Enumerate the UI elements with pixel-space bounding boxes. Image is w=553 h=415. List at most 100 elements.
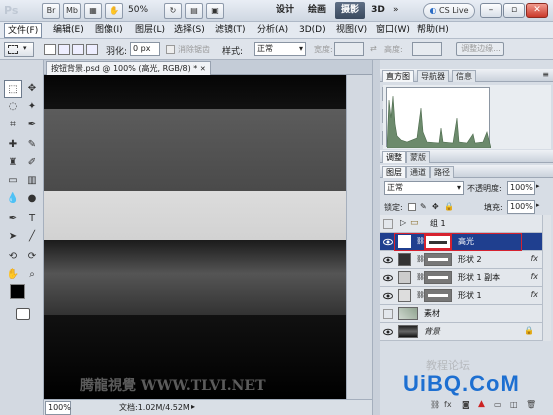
subtract-selection-icon[interactable] — [72, 44, 84, 55]
history-brush-icon[interactable]: ✐ — [23, 154, 41, 172]
more-workspaces-icon[interactable]: » — [393, 5, 399, 15]
eyedropper-icon[interactable]: ✒ — [23, 116, 41, 134]
chevron-right-icon[interactable]: ▸ — [536, 201, 540, 209]
expand-triangle-icon[interactable]: ▷ — [400, 218, 406, 227]
tool-preset-picker[interactable]: ▾ — [4, 42, 34, 57]
swap-icon[interactable]: ⇄ — [370, 44, 377, 53]
menu-window[interactable]: 窗口(W) — [373, 23, 413, 38]
close-button[interactable]: ✕ — [526, 3, 548, 18]
lock-transparency-icon[interactable] — [408, 203, 416, 211]
bridge-button[interactable]: Br — [42, 3, 60, 19]
document-tab[interactable]: 按钮背景.psd @ 100% (高光, RGB/8) * ✕ — [46, 61, 211, 75]
add-mask-icon[interactable]: ◙ — [462, 400, 470, 409]
visibility-empty-icon[interactable] — [383, 219, 393, 229]
workspace-design[interactable]: 设计 — [270, 2, 300, 19]
foreground-color-swatch[interactable] — [10, 284, 25, 299]
hand-tool-icon[interactable]: ✋ — [4, 266, 22, 284]
layer-row-highlight[interactable]: ⛓ 高光 — [380, 233, 542, 251]
cs-live-button[interactable]: ◐ CS Live — [423, 3, 475, 19]
eraser-icon[interactable]: ▭ — [4, 172, 22, 190]
eye-icon[interactable] — [383, 237, 393, 247]
close-icon[interactable]: ✕ — [200, 65, 206, 73]
height-input[interactable] — [412, 42, 442, 56]
menu-image[interactable]: 图像(I) — [92, 23, 126, 38]
new-layer-icon[interactable]: ◫ — [510, 400, 518, 409]
lasso-tool-icon[interactable]: ◌ — [4, 98, 22, 116]
zoom-field[interactable]: 100% — [45, 401, 71, 415]
layer-row-shape-1-copy[interactable]: ⛓ 形状 1 副本 fx — [380, 269, 542, 287]
menu-layer[interactable]: 图层(L) — [132, 23, 168, 38]
crop-tool-icon[interactable]: ⌗ — [4, 116, 22, 134]
new-group-icon[interactable]: ▭ — [494, 400, 502, 409]
document-canvas[interactable]: 腾龍視覺 WWW.TLVI.NET — [44, 75, 346, 399]
magic-wand-icon[interactable]: ✦ — [23, 98, 41, 116]
eye-icon[interactable] — [383, 255, 393, 265]
panel-dock-strip[interactable] — [372, 60, 380, 415]
mini-bridge-button[interactable]: Mb — [63, 3, 81, 19]
blur-tool-icon[interactable]: 💧 — [4, 190, 22, 208]
type-tool-icon[interactable]: T — [23, 210, 41, 228]
view-extras-icon[interactable]: ▦ — [84, 3, 102, 19]
lock-pixels-icon[interactable]: ✎ — [420, 202, 427, 211]
rectangular-marquee-icon[interactable]: ⬚ — [4, 80, 22, 98]
panel-menu-icon[interactable]: ≡ — [542, 70, 549, 79]
workspace-photography[interactable]: 摄影 — [335, 2, 365, 19]
anti-alias-checkbox[interactable] — [166, 45, 175, 54]
tab-info[interactable]: 信息 — [452, 70, 476, 82]
tab-layers[interactable]: 图层 — [382, 166, 406, 178]
layer-row-shape-1[interactable]: ⛓ 形状 1 fx — [380, 287, 542, 305]
menu-help[interactable]: 帮助(H) — [414, 23, 452, 38]
tab-channels[interactable]: 通道 — [406, 166, 430, 178]
fx-icon[interactable]: fx — [530, 290, 538, 299]
tab-navigator[interactable]: 导航器 — [417, 70, 449, 82]
arrange-documents-icon[interactable]: ▤ — [185, 3, 203, 19]
layer-row-background[interactable]: 背景 🔒 — [380, 323, 542, 341]
chevron-right-icon[interactable]: ▸ — [536, 182, 540, 190]
maximize-button[interactable]: ▫ — [503, 3, 525, 18]
minimize-button[interactable]: – — [480, 3, 502, 18]
zoom-tool-icon[interactable]: ⌕ — [23, 266, 41, 284]
rotate-view-icon[interactable]: ↻ — [164, 3, 182, 19]
dodge-tool-icon[interactable]: ● — [23, 190, 41, 208]
doc-size-info[interactable]: 文档:1.02M/4.52M — [119, 402, 190, 413]
status-arrow-icon[interactable]: ▸ — [191, 402, 195, 411]
3d-rotate-icon[interactable]: ⟲ — [4, 248, 22, 266]
tab-adjustments[interactable]: 调整 — [382, 151, 406, 163]
fx-icon[interactable]: fx — [530, 272, 538, 281]
pen-tool-icon[interactable]: ✒ — [4, 210, 22, 228]
visibility-empty-icon[interactable] — [383, 309, 393, 319]
new-adjustment-icon[interactable]: ▲ — [478, 399, 485, 409]
layer-row-material[interactable]: 素材 — [380, 305, 542, 323]
link-layers-icon[interactable]: ⛓ — [430, 400, 440, 409]
blend-mode-select[interactable]: 正常 ▾ — [384, 181, 464, 195]
quick-mask-icon[interactable] — [16, 308, 30, 320]
workspace-3d[interactable]: 3D — [368, 2, 388, 19]
clone-stamp-icon[interactable]: ♜ — [4, 154, 22, 172]
feather-input[interactable]: 0 px — [130, 42, 160, 56]
move-tool-icon[interactable]: ✥ — [23, 80, 41, 98]
zoom-level[interactable]: 50% — [128, 5, 148, 15]
menu-file[interactable]: 文件(F) — [4, 23, 43, 38]
add-style-icon[interactable]: fx — [444, 400, 452, 409]
line-tool-icon[interactable]: ╱ — [23, 228, 41, 246]
3d-orbit-icon[interactable]: ⟳ — [23, 248, 41, 266]
menu-analysis[interactable]: 分析(A) — [254, 23, 291, 38]
opacity-input[interactable]: 100% — [507, 181, 535, 195]
workspace-painting[interactable]: 绘画 — [302, 2, 332, 19]
menu-edit[interactable]: 编辑(E) — [50, 23, 87, 38]
layer-row-group-1[interactable]: ▷ ▭ 组 1 — [380, 215, 542, 233]
intersect-selection-icon[interactable] — [86, 44, 98, 55]
refine-edge-button[interactable]: 调整边缘... — [456, 42, 504, 56]
hand-tool-icon[interactable]: ✋ — [105, 3, 123, 19]
gradient-tool-icon[interactable]: ▥ — [23, 172, 41, 190]
path-selection-icon[interactable]: ➤ — [4, 228, 22, 246]
tab-histogram[interactable]: 直方图 — [382, 70, 414, 82]
healing-brush-icon[interactable]: ✚ — [4, 136, 22, 154]
eye-icon[interactable] — [383, 273, 393, 283]
lock-position-icon[interactable]: ✥ — [432, 202, 439, 211]
eye-icon[interactable] — [383, 291, 393, 301]
layers-scrollbar[interactable] — [542, 215, 551, 341]
vertical-scrollbar[interactable] — [346, 75, 372, 399]
fx-icon[interactable]: fx — [530, 254, 538, 263]
lock-all-icon[interactable]: 🔒 — [444, 202, 454, 211]
